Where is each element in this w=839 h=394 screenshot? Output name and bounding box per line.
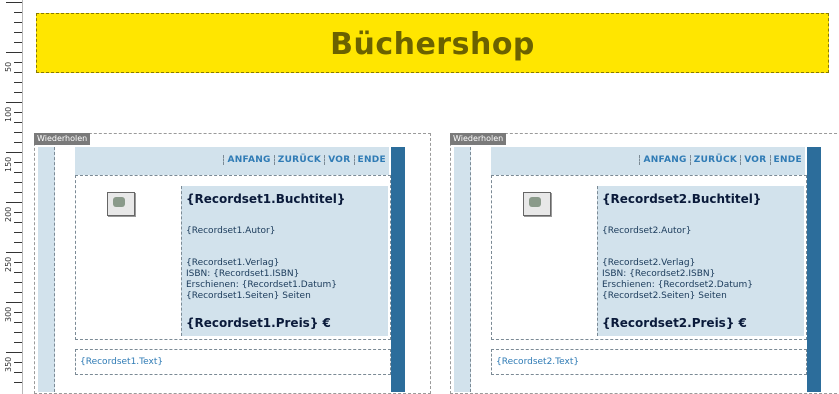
- ruler-tick: [14, 232, 22, 233]
- author-field[interactable]: {Recordset2.Autor}: [602, 226, 692, 236]
- image-placeholder-icon[interactable]: [523, 192, 551, 216]
- ruler-tick: [14, 212, 22, 213]
- ruler-tick: [6, 352, 22, 353]
- ruler-tick: [6, 52, 22, 53]
- nav-first-link[interactable]: ANFANG: [639, 155, 689, 165]
- ruler-tick: [14, 142, 22, 143]
- page-title: Büchershop: [330, 27, 535, 62]
- author-field[interactable]: {Recordset1.Autor}: [186, 226, 276, 236]
- image-placeholder-icon[interactable]: [107, 192, 135, 216]
- ruler-tick: [14, 362, 22, 363]
- ruler-tick: [14, 382, 22, 383]
- ruler-tick: [14, 42, 22, 43]
- ruler-tick: [6, 152, 22, 153]
- ruler-tick: [14, 32, 22, 33]
- nav-back-link[interactable]: ZURÜCK: [273, 155, 324, 165]
- ruler-tick: [14, 12, 22, 13]
- repeat-region-tag[interactable]: Wiederholen: [34, 133, 91, 145]
- left-column: [454, 147, 471, 392]
- text-row: {Recordset2.Text}: [491, 349, 807, 375]
- nav-back-link[interactable]: ZURÜCK: [689, 155, 740, 165]
- nav-bar: ANFANG ZURÜCK VOR ENDE: [491, 147, 805, 176]
- ruler-label: 200: [4, 206, 13, 222]
- ruler-tick: [6, 252, 22, 253]
- ruler-tick: [14, 272, 22, 273]
- ruler-label: 100: [4, 106, 13, 122]
- ruler-tick: [14, 312, 22, 313]
- ruler-tick: [14, 332, 22, 333]
- ruler-tick: [14, 282, 22, 283]
- date-field[interactable]: Erschienen: {Recordset1.Datum}: [186, 280, 337, 290]
- price-field[interactable]: {Recordset1.Preis} €: [186, 316, 331, 330]
- ruler-tick: [6, 202, 22, 203]
- ruler-tick: [14, 372, 22, 373]
- ruler-tick: [14, 182, 22, 183]
- ruler-tick: [14, 222, 22, 223]
- nav-bar: ANFANG ZURÜCK VOR ENDE: [75, 147, 389, 176]
- book-title-field[interactable]: {Recordset1.Buchtitel}: [186, 192, 345, 206]
- book-info-cell: {Recordset1.Buchtitel} {Recordset1.Autor…: [181, 186, 388, 336]
- right-accent-bar: [807, 147, 821, 392]
- ruler-tick: [14, 62, 22, 63]
- ruler-tick: [14, 122, 22, 123]
- pages-field[interactable]: {Recordset2.Seiten} Seiten: [602, 291, 727, 301]
- ruler-tick: [14, 342, 22, 343]
- nav-last-link[interactable]: ENDE: [769, 155, 806, 165]
- repeat-region-tag[interactable]: Wiederholen: [450, 133, 507, 145]
- repeat-region-1[interactable]: Wiederholen ANFANG ZURÜCK VOR ENDE {Reco…: [34, 133, 431, 394]
- page-header[interactable]: Büchershop: [36, 13, 829, 73]
- ruler-tick: [14, 72, 22, 73]
- right-accent-bar: [391, 147, 405, 392]
- price-field[interactable]: {Recordset2.Preis} €: [602, 316, 747, 330]
- ruler-tick: [14, 92, 22, 93]
- ruler-label: 50: [4, 61, 13, 72]
- nav-first-link[interactable]: ANFANG: [223, 155, 273, 165]
- nav-next-link[interactable]: VOR: [324, 155, 353, 165]
- ruler-tick: [14, 112, 22, 113]
- ruler-label: 300: [4, 306, 13, 322]
- pages-field[interactable]: {Recordset1.Seiten} Seiten: [186, 291, 311, 301]
- ruler-tick: [14, 22, 22, 23]
- publisher-field[interactable]: {Recordset1.Verlag}: [186, 258, 279, 268]
- ruler-tick: [14, 242, 22, 243]
- ruler-tick: [6, 2, 22, 3]
- text-field[interactable]: {Recordset1.Text}: [80, 357, 163, 367]
- text-field[interactable]: {Recordset2.Text}: [496, 357, 579, 367]
- ruler-label: 350: [4, 356, 13, 372]
- repeat-region-2[interactable]: Wiederholen ANFANG ZURÜCK VOR ENDE {Reco…: [450, 133, 839, 394]
- ruler-tick: [14, 132, 22, 133]
- ruler-tick: [14, 82, 22, 83]
- text-row: {Recordset1.Text}: [75, 349, 391, 375]
- nav-next-link[interactable]: VOR: [740, 155, 769, 165]
- ruler-tick: [14, 262, 22, 263]
- publisher-field[interactable]: {Recordset2.Verlag}: [602, 258, 695, 268]
- ruler-tick: [6, 102, 22, 103]
- image-cell: [75, 186, 179, 336]
- ruler-tick: [14, 192, 22, 193]
- isbn-field[interactable]: ISBN: {Recordset2.ISBN}: [602, 269, 715, 279]
- book-info-cell: {Recordset2.Buchtitel} {Recordset2.Autor…: [597, 186, 804, 336]
- ruler-tick: [14, 172, 22, 173]
- date-field[interactable]: Erschienen: {Recordset2.Datum}: [602, 280, 753, 290]
- ruler-tick: [6, 302, 22, 303]
- nav-last-link[interactable]: ENDE: [353, 155, 390, 165]
- vertical-ruler: 50 100 150 200 250 300 350: [0, 0, 23, 394]
- ruler-tick: [14, 162, 22, 163]
- ruler-tick: [14, 292, 22, 293]
- ruler-tick: [14, 322, 22, 323]
- ruler-label: 150: [4, 156, 13, 172]
- image-cell: [491, 186, 595, 336]
- left-column: [38, 147, 55, 392]
- ruler-label: 250: [4, 256, 13, 272]
- isbn-field[interactable]: ISBN: {Recordset1.ISBN}: [186, 269, 299, 279]
- book-title-field[interactable]: {Recordset2.Buchtitel}: [602, 192, 761, 206]
